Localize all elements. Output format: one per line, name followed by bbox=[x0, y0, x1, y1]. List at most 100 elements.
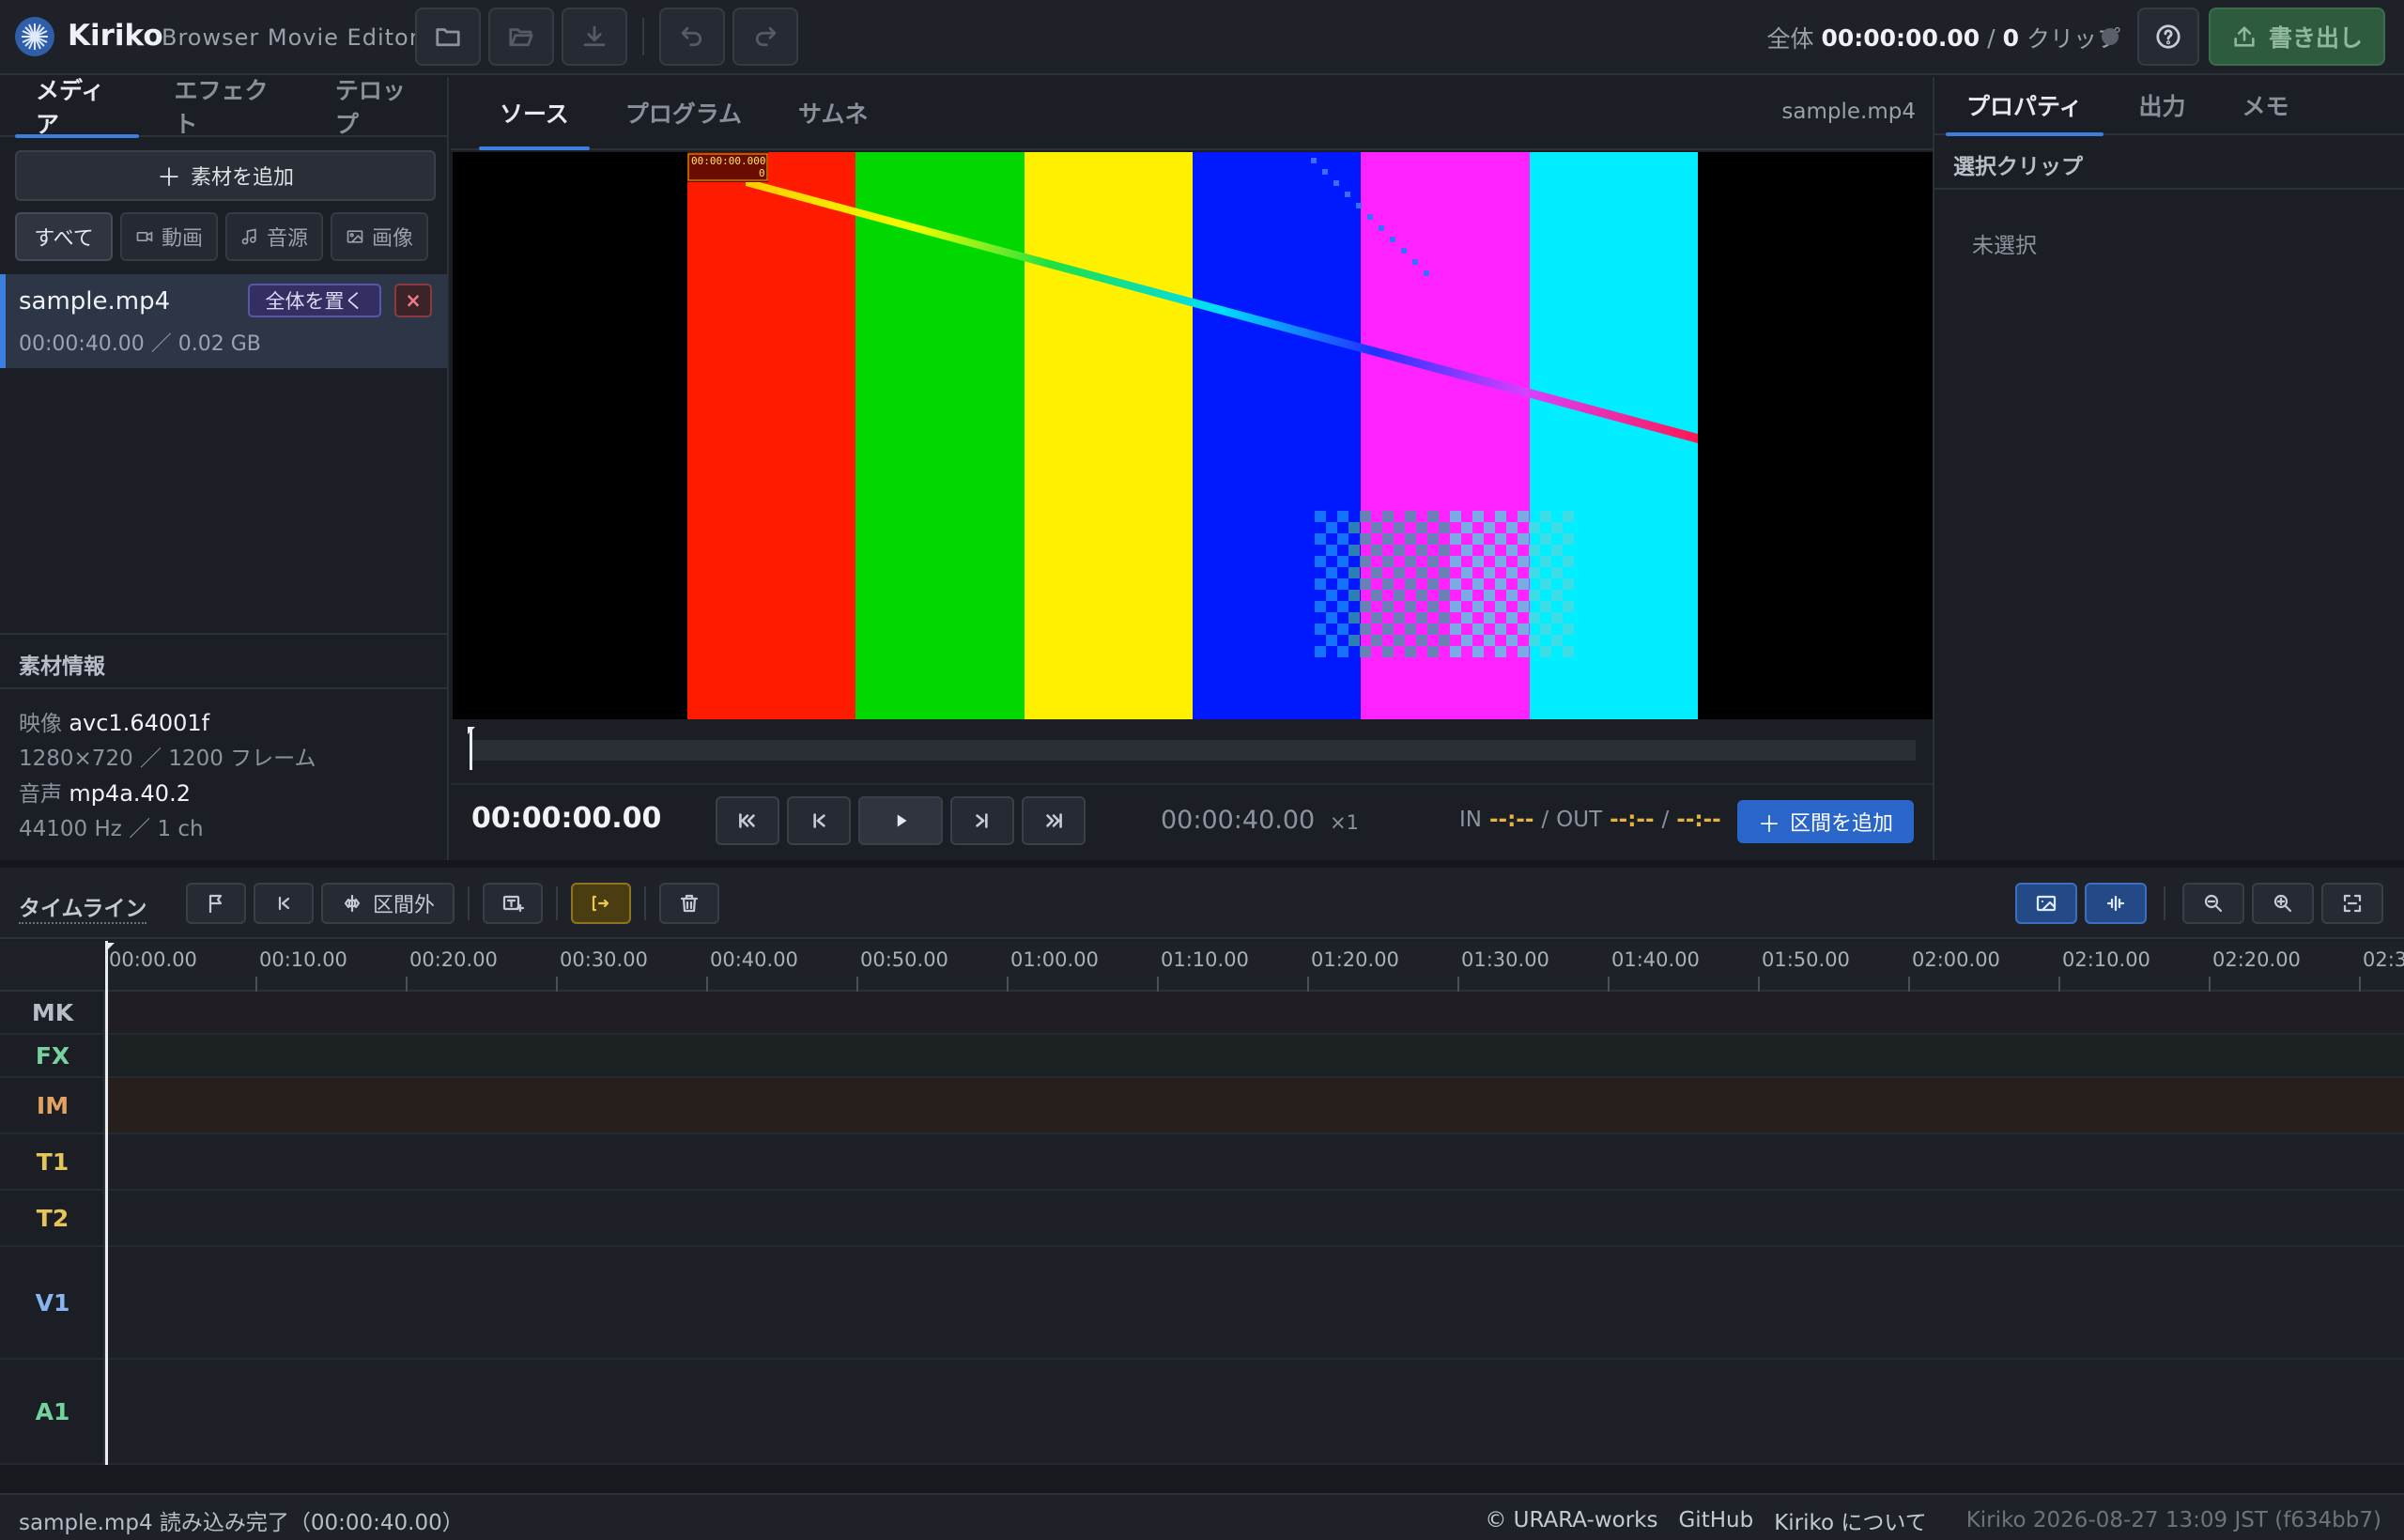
tab-effects[interactable]: エフェクト bbox=[146, 76, 307, 138]
save-project-button[interactable] bbox=[562, 8, 627, 66]
upload-icon bbox=[2234, 26, 2255, 47]
track-label: T2 bbox=[0, 1191, 105, 1245]
zoom-out-icon bbox=[2204, 894, 2223, 913]
ruler-tick bbox=[1908, 977, 1910, 992]
timeline-ruler[interactable]: 00:00.00 00:10.00 00:20.00 00:30.00 00:40.00… bbox=[0, 941, 2404, 992]
prev-frame-button[interactable] bbox=[787, 796, 851, 845]
overlay-frame: 0 bbox=[759, 167, 765, 179]
ruler-tick-label: 01:50.00 bbox=[1762, 948, 1850, 971]
tab-program[interactable]: プログラム bbox=[597, 77, 770, 148]
panel-splitter[interactable] bbox=[0, 860, 2404, 868]
timeline-playhead[interactable] bbox=[105, 941, 108, 1465]
in-label: IN bbox=[1459, 808, 1482, 832]
help-button[interactable] bbox=[2137, 8, 2199, 66]
ripple-insert-button[interactable] bbox=[571, 883, 631, 924]
video-label: 映像 bbox=[19, 712, 62, 736]
waveform-icon bbox=[2106, 895, 2125, 912]
duration: 00:00:40.00 bbox=[1161, 806, 1316, 835]
add-title-button[interactable] bbox=[483, 883, 543, 924]
next-frame-button[interactable] bbox=[950, 796, 1014, 845]
play-icon bbox=[897, 814, 907, 827]
track-label: A1 bbox=[0, 1360, 105, 1463]
track-mk[interactable]: MK bbox=[0, 992, 2404, 1035]
timeline-toolbar: タイムライン 区間外 bbox=[0, 868, 2404, 939]
track-t2[interactable]: T2 bbox=[0, 1191, 2404, 1247]
copyright-link[interactable]: © URARA-works bbox=[1485, 1508, 1657, 1532]
add-range-button[interactable]: ＋ 区間を追加 bbox=[1737, 800, 1914, 843]
add-media-button[interactable]: ＋ 素材を追加 bbox=[15, 150, 436, 201]
redo-button[interactable] bbox=[732, 8, 798, 66]
tab-source[interactable]: ソース bbox=[471, 77, 597, 150]
playback-speed[interactable]: ×1 bbox=[1330, 811, 1359, 834]
ruler-tick-label: 02:00.00 bbox=[1912, 948, 2000, 971]
folder-open-icon bbox=[509, 28, 533, 47]
waveform-toggle[interactable] bbox=[2085, 883, 2147, 924]
zoom-out-button[interactable] bbox=[2182, 883, 2244, 924]
tab-memo[interactable]: メモ bbox=[2214, 76, 2318, 134]
go-to-end-button[interactable] bbox=[1022, 796, 1086, 845]
right-panel: プロパティ 出力 メモ 選択クリップ 未選択 bbox=[1933, 77, 2404, 860]
flag-icon bbox=[208, 894, 223, 914]
track-label: V1 bbox=[0, 1247, 105, 1358]
github-link[interactable]: GitHub bbox=[1678, 1508, 1753, 1532]
ruler-tick bbox=[255, 977, 257, 992]
thumbnail-toggle[interactable] bbox=[2015, 883, 2077, 924]
export-button[interactable]: 書き出し bbox=[2209, 8, 2385, 66]
go-to-start-button[interactable] bbox=[716, 796, 779, 845]
version-text: Kiriko 2026-08-27 13:09 JST (f634bb7) bbox=[1965, 1508, 2381, 1532]
about-link[interactable]: Kiriko について bbox=[1774, 1504, 1927, 1536]
source-scrubber[interactable] bbox=[468, 727, 1916, 770]
track-a1[interactable]: A1 bbox=[0, 1360, 2404, 1465]
ruler-tick-label: 00:00.00 bbox=[109, 948, 197, 971]
folder-icon bbox=[436, 28, 460, 47]
fit-timeline-button[interactable] bbox=[2321, 883, 2383, 924]
out-of-range-button[interactable]: 区間外 bbox=[321, 883, 455, 924]
delete-button[interactable] bbox=[659, 883, 719, 924]
new-project-button[interactable] bbox=[415, 8, 481, 66]
ruler-tick bbox=[2359, 977, 2361, 992]
trash-icon bbox=[680, 894, 699, 913]
marker-button[interactable] bbox=[186, 883, 246, 924]
tab-output[interactable]: 出力 bbox=[2111, 76, 2214, 134]
redo-icon bbox=[755, 26, 777, 47]
status-message: sample.mp4 読み込み完了（00:00:40.00） bbox=[19, 1511, 464, 1535]
app-name: Kiriko bbox=[68, 19, 163, 53]
filter-video[interactable]: 動画 bbox=[120, 212, 218, 261]
video-codec: avc1.64001f bbox=[69, 710, 210, 736]
track-fx[interactable]: FX bbox=[0, 1035, 2404, 1078]
out-value: --:-- bbox=[1610, 808, 1655, 832]
tab-thumbnail[interactable]: サムネ bbox=[770, 77, 897, 148]
tab-captions[interactable]: テロップ bbox=[307, 76, 447, 138]
test-pattern-overlay bbox=[687, 152, 1698, 657]
split-icon bbox=[344, 894, 361, 913]
place-all-button[interactable]: 全体を置く bbox=[248, 284, 381, 317]
skip-to-end-icon bbox=[1046, 813, 1062, 828]
filter-all[interactable]: すべて bbox=[15, 212, 113, 261]
remove-media-button[interactable]: × bbox=[394, 284, 432, 317]
timeline-scroll-area[interactable] bbox=[0, 1465, 2404, 1493]
track-v1[interactable]: V1 bbox=[0, 1247, 2404, 1360]
ruler-tick bbox=[1307, 977, 1309, 992]
tab-properties[interactable]: プロパティ bbox=[1938, 76, 2111, 136]
clip-count: 0 bbox=[2002, 23, 2019, 52]
audio-label: 音声 bbox=[19, 782, 62, 807]
zoom-in-button[interactable] bbox=[2252, 883, 2314, 924]
play-button[interactable] bbox=[858, 796, 943, 845]
media-item[interactable]: sample.mp4 00:00:40.00 ／ 0.02 GB 全体を置く × bbox=[0, 274, 447, 368]
step-back-icon bbox=[278, 896, 290, 911]
add-media-label: 素材を追加 bbox=[191, 166, 295, 190]
scrubber-playhead[interactable] bbox=[470, 729, 472, 770]
out-value-2: --:-- bbox=[1676, 808, 1721, 832]
filter-image[interactable]: 画像 bbox=[331, 212, 428, 261]
open-project-button[interactable] bbox=[488, 8, 554, 66]
ruler-tick-label: 00:30.00 bbox=[560, 948, 648, 971]
track-t1[interactable]: T1 bbox=[0, 1134, 2404, 1191]
track-im[interactable]: IM bbox=[0, 1078, 2404, 1134]
filter-audio[interactable]: 音源 bbox=[225, 212, 323, 261]
undo-button[interactable] bbox=[659, 8, 725, 66]
plus-icon: ＋ bbox=[156, 163, 181, 192]
export-label: 書き出し bbox=[2268, 24, 2363, 52]
jump-back-button[interactable] bbox=[254, 883, 314, 924]
filter-image-label: 画像 bbox=[371, 227, 413, 251]
tab-media[interactable]: メディア bbox=[8, 76, 146, 138]
